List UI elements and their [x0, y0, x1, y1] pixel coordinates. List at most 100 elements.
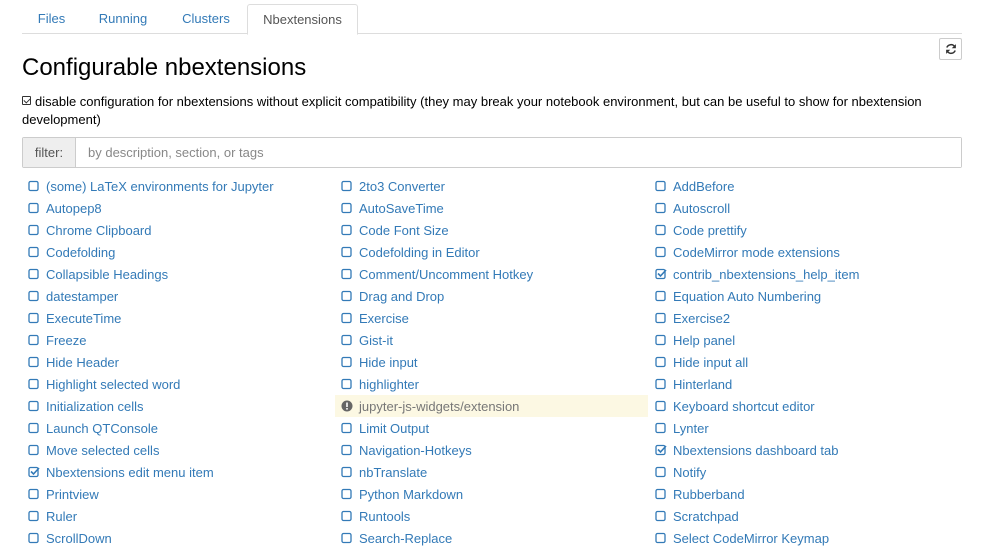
extension-item[interactable]: Hide input all: [649, 351, 962, 373]
extension-label: Exercise2: [673, 310, 731, 326]
unchecked-box-icon: [655, 488, 666, 500]
unchecked-box-icon: [28, 422, 39, 434]
extension-label: Code Font Size: [359, 222, 449, 238]
extension-item[interactable]: ExecuteTime: [22, 307, 335, 329]
extension-item[interactable]: Gist-it: [335, 329, 648, 351]
extension-item[interactable]: Autopep8: [22, 197, 335, 219]
unchecked-box-icon: [28, 356, 39, 368]
refresh-icon: [945, 43, 956, 55]
extension-label: Help panel: [673, 332, 736, 348]
extension-label: Highlight selected word: [46, 376, 181, 392]
unchecked-box-icon: [28, 202, 39, 214]
extension-item[interactable]: Navigation-Hotkeys: [335, 439, 648, 461]
unchecked-box-icon: [28, 180, 39, 192]
extension-label: AddBefore: [673, 178, 735, 194]
unchecked-box-icon: [655, 532, 666, 544]
extension-item[interactable]: Launch QTConsole: [22, 417, 335, 439]
extension-label: Collapsible Headings: [46, 266, 169, 282]
extension-item[interactable]: Rubberband: [649, 483, 962, 505]
extension-item[interactable]: AutoSaveTime: [335, 197, 648, 219]
extension-item[interactable]: Printview: [22, 483, 335, 505]
extension-item[interactable]: datestamper: [22, 285, 335, 307]
extension-label: CodeMirror mode extensions: [673, 244, 840, 260]
extension-item[interactable]: Equation Auto Numbering: [649, 285, 962, 307]
extension-label: Rubberband: [673, 486, 745, 502]
extension-item[interactable]: Code Font Size: [335, 219, 648, 241]
extension-label: contrib_nbextensions_help_item: [673, 266, 860, 282]
extension-item[interactable]: (some) LaTeX environments for Jupyter: [22, 175, 335, 197]
extension-item[interactable]: Nbextensions edit menu item: [22, 461, 335, 483]
extension-item[interactable]: Code prettify: [649, 219, 962, 241]
extension-item[interactable]: ScrollDown: [22, 527, 335, 549]
extension-item[interactable]: Comment/Uncomment Hotkey: [335, 263, 648, 285]
extension-item[interactable]: Drag and Drop: [335, 285, 648, 307]
extension-item[interactable]: Hide input: [335, 351, 648, 373]
extension-item[interactable]: highlighter: [335, 373, 648, 395]
extension-item[interactable]: Nbextensions dashboard tab: [649, 439, 962, 461]
extension-item[interactable]: Codefolding: [22, 241, 335, 263]
unchecked-box-icon: [341, 290, 352, 302]
unchecked-box-icon: [341, 444, 352, 456]
extension-item[interactable]: Exercise: [335, 307, 648, 329]
filter-input[interactable]: [76, 138, 961, 167]
extension-item[interactable]: nbTranslate: [335, 461, 648, 483]
unchecked-box-icon: [28, 334, 39, 346]
extension-item[interactable]: Autoscroll: [649, 197, 962, 219]
extension-item[interactable]: Hide Header: [22, 351, 335, 373]
extension-item[interactable]: Help panel: [649, 329, 962, 351]
unchecked-box-icon: [28, 268, 39, 280]
extension-item[interactable]: jupyter-js-widgets/extension: [335, 395, 648, 417]
tab-running[interactable]: Running: [81, 4, 165, 34]
unchecked-box-icon: [655, 510, 666, 522]
unchecked-box-icon: [341, 532, 352, 544]
extension-item[interactable]: Codefolding in Editor: [335, 241, 648, 263]
tab-files[interactable]: Files: [22, 4, 81, 34]
extension-label: Initialization cells: [46, 398, 144, 414]
extension-label: Hide input: [359, 354, 418, 370]
extension-label: Hide input all: [673, 354, 749, 370]
unchecked-box-icon: [655, 422, 666, 434]
refresh-button[interactable]: [939, 38, 962, 60]
extension-item[interactable]: Chrome Clipboard: [22, 219, 335, 241]
extension-label: Keyboard shortcut editor: [673, 398, 815, 414]
extension-item[interactable]: Runtools: [335, 505, 648, 527]
unchecked-box-icon: [341, 356, 352, 368]
extension-item[interactable]: Lynter: [649, 417, 962, 439]
extension-item[interactable]: CodeMirror mode extensions: [649, 241, 962, 263]
extension-label: Nbextensions edit menu item: [46, 464, 214, 480]
extension-item[interactable]: Notify: [649, 461, 962, 483]
extension-item[interactable]: Limit Output: [335, 417, 648, 439]
extension-label: Equation Auto Numbering: [673, 288, 822, 304]
extension-item[interactable]: Collapsible Headings: [22, 263, 335, 285]
extension-item[interactable]: Hinterland: [649, 373, 962, 395]
extension-item[interactable]: Exercise2: [649, 307, 962, 329]
extension-label: AutoSaveTime: [359, 200, 444, 216]
unchecked-box-icon: [655, 290, 666, 302]
unchecked-box-icon: [341, 334, 352, 346]
extension-item[interactable]: AddBefore: [649, 175, 962, 197]
compat-checkbox[interactable]: [22, 96, 31, 105]
extension-item[interactable]: 2to3 Converter: [335, 175, 648, 197]
tab-nbextensions[interactable]: Nbextensions: [247, 4, 358, 35]
extension-label: Launch QTConsole: [46, 420, 159, 436]
unchecked-box-icon: [28, 444, 39, 456]
unchecked-box-icon: [341, 510, 352, 522]
unchecked-box-icon: [655, 378, 666, 390]
extension-item[interactable]: Initialization cells: [22, 395, 335, 417]
extension-item[interactable]: Scratchpad: [649, 505, 962, 527]
tab-clusters[interactable]: Clusters: [165, 4, 247, 34]
extension-item[interactable]: Highlight selected word: [22, 373, 335, 395]
extension-item[interactable]: Ruler: [22, 505, 335, 527]
extension-item[interactable]: contrib_nbextensions_help_item: [649, 263, 962, 285]
extension-item[interactable]: Search-Replace: [335, 527, 648, 549]
extension-item[interactable]: Keyboard shortcut editor: [649, 395, 962, 417]
extension-label: Ruler: [46, 508, 78, 524]
extension-item[interactable]: Move selected cells: [22, 439, 335, 461]
extension-label: Comment/Uncomment Hotkey: [359, 266, 534, 282]
extension-item[interactable]: Select CodeMirror Keymap: [649, 527, 962, 549]
extension-item[interactable]: Python Markdown: [335, 483, 648, 505]
extension-item[interactable]: Freeze: [22, 329, 335, 351]
unchecked-box-icon: [341, 466, 352, 478]
unchecked-box-icon: [655, 224, 666, 236]
checked-box-icon: [28, 466, 40, 478]
